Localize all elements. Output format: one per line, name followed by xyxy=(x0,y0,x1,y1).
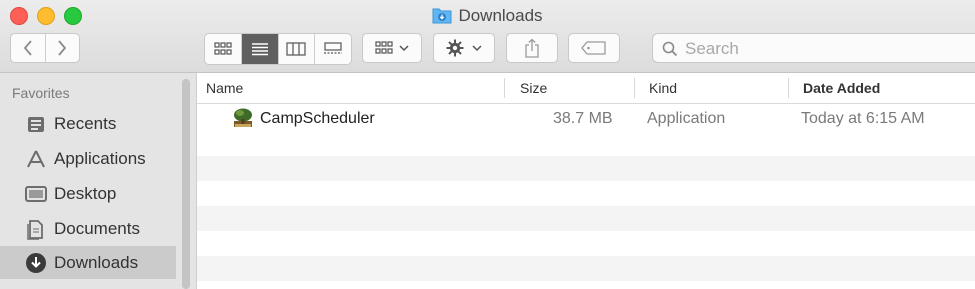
column-header-size[interactable]: Size xyxy=(520,73,547,103)
sidebar-item-applications[interactable]: Applications xyxy=(0,143,176,175)
recents-icon xyxy=(22,114,50,134)
tags-button[interactable] xyxy=(568,33,620,63)
tag-icon xyxy=(581,41,606,55)
empty-row xyxy=(197,206,975,231)
column-view-button[interactable] xyxy=(279,34,316,64)
sidebar-item-desktop[interactable]: Desktop xyxy=(0,178,176,210)
group-by-button[interactable] xyxy=(362,33,422,63)
search-field[interactable]: Search xyxy=(652,33,975,63)
empty-row xyxy=(197,256,975,281)
list-header: Name Size Kind Date Added xyxy=(197,73,975,104)
list-view-button[interactable] xyxy=(241,34,279,64)
window-title: Downloads xyxy=(0,5,975,30)
share-icon xyxy=(525,38,539,58)
sidebar-item-documents[interactable]: Documents xyxy=(0,213,176,245)
sidebar-scrollbar[interactable] xyxy=(182,79,190,289)
column-header-name[interactable]: Name xyxy=(206,73,243,103)
toolbar: Downloads Search xyxy=(0,0,975,73)
sidebar: Favorites Recents Applications Desktop D… xyxy=(0,73,197,289)
navigation-buttons xyxy=(10,33,80,63)
column-divider[interactable] xyxy=(504,78,505,98)
column-view-icon xyxy=(286,42,306,56)
file-date-added: Today at 6:15 AM xyxy=(801,110,925,127)
sidebar-item-downloads[interactable]: Downloads xyxy=(0,246,176,279)
empty-row xyxy=(197,156,975,181)
view-mode-control xyxy=(204,33,352,65)
file-kind: Application xyxy=(647,110,726,127)
search-icon xyxy=(662,41,678,57)
applications-icon xyxy=(22,149,50,169)
gallery-view-icon xyxy=(324,42,343,54)
sidebar-heading-favorites: Favorites xyxy=(12,85,70,101)
desktop-icon xyxy=(22,185,50,203)
action-menu-button[interactable] xyxy=(433,33,495,63)
sidebar-item-label: Recents xyxy=(54,114,117,133)
share-button[interactable] xyxy=(506,33,558,63)
table-row[interactable]: CampScheduler 38.7 MB Application Today … xyxy=(197,106,975,131)
chevron-down-icon xyxy=(472,45,482,52)
icon-view-icon xyxy=(214,42,232,55)
group-icon xyxy=(375,41,393,54)
window-title-text: Downloads xyxy=(458,6,543,25)
downloads-folder-icon xyxy=(432,6,452,30)
gallery-view-button[interactable] xyxy=(315,34,351,64)
chevron-down-icon xyxy=(399,45,409,52)
file-name: CampScheduler xyxy=(260,110,375,127)
finder-window: Downloads Search Favorites Recents Appli… xyxy=(0,0,975,289)
column-divider[interactable] xyxy=(788,78,789,98)
sidebar-item-label: Desktop xyxy=(54,184,117,203)
app-icon xyxy=(232,107,254,134)
column-header-kind[interactable]: Kind xyxy=(649,73,677,103)
chevron-right-icon xyxy=(58,40,67,56)
chevron-left-icon xyxy=(23,40,32,56)
sidebar-item-label: Downloads xyxy=(54,252,139,272)
file-size: 38.7 MB xyxy=(553,110,613,127)
icon-view-button[interactable] xyxy=(205,34,242,64)
documents-icon xyxy=(22,218,50,240)
downloads-icon xyxy=(22,252,50,274)
column-header-date-added[interactable]: Date Added xyxy=(803,73,880,103)
gear-icon xyxy=(446,39,464,57)
column-divider[interactable] xyxy=(634,78,635,98)
back-button[interactable] xyxy=(11,34,46,62)
sidebar-item-label: Documents xyxy=(54,219,140,238)
sidebar-item-label: Applications xyxy=(54,149,146,168)
list-view-icon xyxy=(251,43,268,56)
search-placeholder: Search xyxy=(685,39,739,58)
forward-button[interactable] xyxy=(46,34,80,62)
file-list: Name Size Kind Date Added CampScheduler … xyxy=(197,73,975,289)
sidebar-item-recents[interactable]: Recents xyxy=(0,108,176,140)
